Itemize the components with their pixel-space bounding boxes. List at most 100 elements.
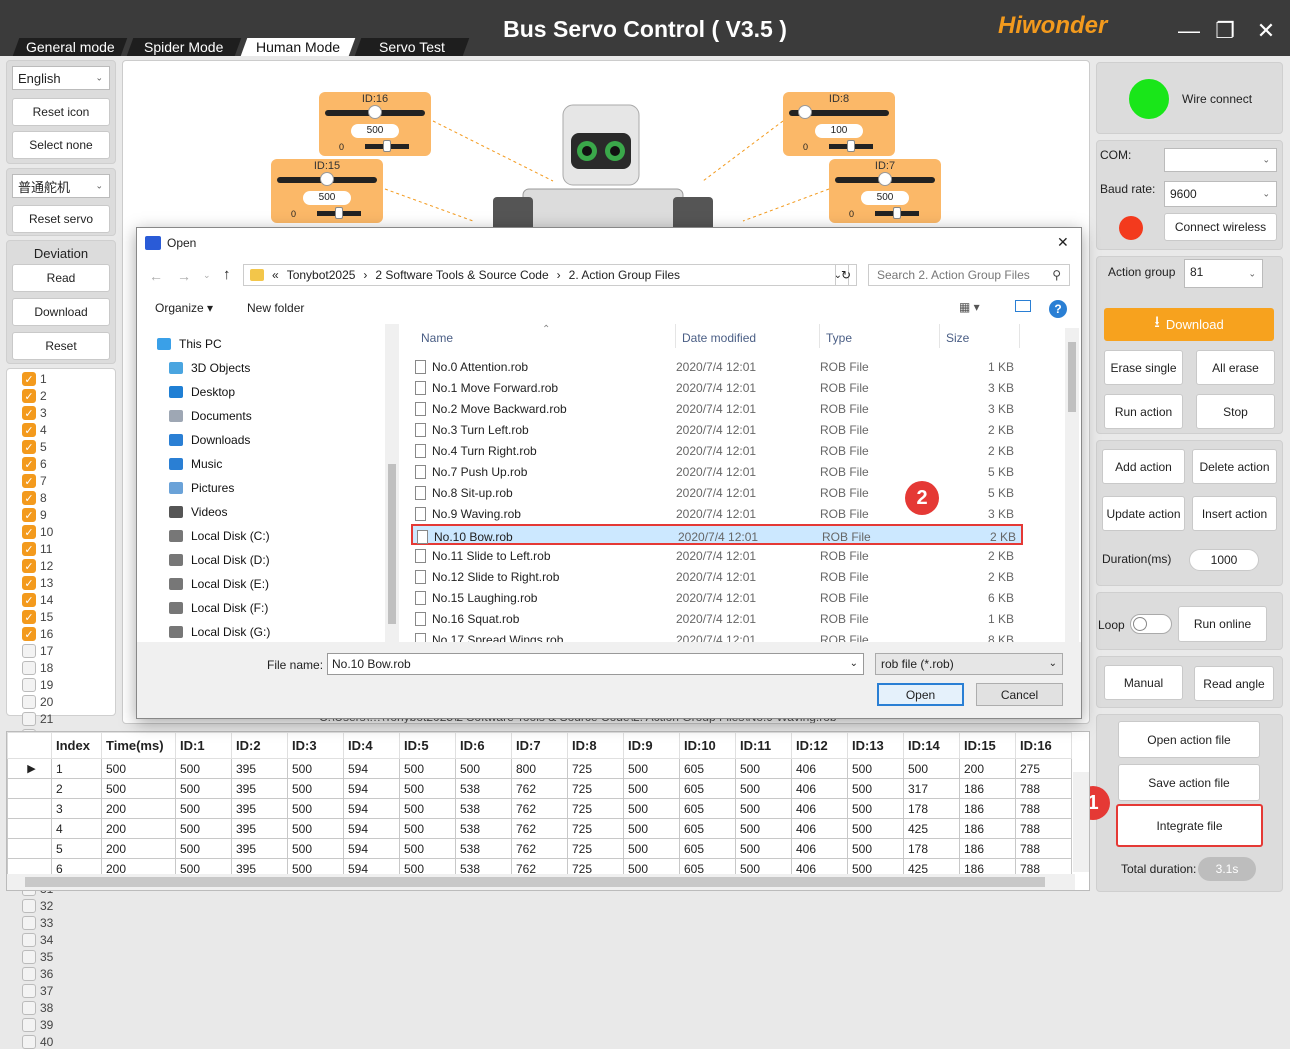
download-button[interactable]: ⭳ Download: [1104, 308, 1274, 341]
servo-type-select[interactable]: 普通舵机 ⌄: [12, 174, 110, 198]
table-cell[interactable]: 500: [847, 838, 904, 859]
offset-knob[interactable]: [335, 207, 343, 219]
refresh-icon[interactable]: ↻: [835, 264, 857, 286]
table-cell[interactable]: 605: [679, 758, 736, 779]
check-icon[interactable]: ✓: [22, 440, 36, 454]
stop-button[interactable]: Stop: [1196, 394, 1275, 429]
table-cell[interactable]: 406: [791, 778, 848, 799]
servo-checkbox-8[interactable]: ✓ 8: [22, 491, 72, 505]
column-header[interactable]: ID:9: [623, 732, 680, 759]
servo-checkbox-16[interactable]: ✓ 16: [22, 627, 72, 641]
checkbox-box[interactable]: [22, 950, 36, 964]
preview-pane-icon[interactable]: [1015, 300, 1031, 312]
column-header[interactable]: ID:5: [399, 732, 456, 759]
table-cell[interactable]: 500: [847, 798, 904, 819]
slider-knob[interactable]: [878, 172, 892, 186]
table-cell[interactable]: 594: [343, 778, 400, 799]
table-cell[interactable]: 186: [959, 798, 1016, 819]
table-cell[interactable]: 762: [511, 798, 568, 819]
checkbox-box[interactable]: [22, 984, 36, 998]
file-row[interactable]: No.7 Push Up.rob 2020/7/4 12:01 ROB File 5 …: [403, 461, 1023, 482]
table-cell[interactable]: 500: [175, 838, 232, 859]
table-cell[interactable]: 500: [455, 758, 512, 779]
checkbox-box[interactable]: [22, 661, 36, 675]
table-cell[interactable]: 500: [623, 778, 680, 799]
table-cell[interactable]: 500: [287, 818, 344, 839]
servo-checkbox-3[interactable]: ✓ 3: [22, 406, 72, 420]
run-action-button[interactable]: Run action: [1104, 394, 1183, 429]
table-cell[interactable]: 500: [399, 798, 456, 819]
table-cell[interactable]: 406: [791, 798, 848, 819]
row-indicator[interactable]: ▶: [7, 758, 52, 779]
file-row[interactable]: No.12 Slide to Right.rob 2020/7/4 12:01 RO…: [403, 566, 1023, 587]
table-cell[interactable]: 317: [903, 778, 960, 799]
servo-checkbox-35[interactable]: 35: [22, 950, 72, 964]
table-cell[interactable]: 395: [231, 778, 288, 799]
servo-checkbox-32[interactable]: 32: [22, 899, 72, 913]
deviation-reset-button[interactable]: Reset: [12, 332, 110, 360]
checkbox-box[interactable]: [22, 712, 36, 726]
open-button[interactable]: Open: [877, 683, 964, 706]
servo-checkbox-5[interactable]: ✓ 5: [22, 440, 72, 454]
nav-item[interactable]: Local Disk (C:): [157, 524, 387, 548]
table-cell[interactable]: 5: [51, 838, 102, 859]
table-cell[interactable]: 395: [231, 798, 288, 819]
check-icon[interactable]: ✓: [22, 423, 36, 437]
table-cell[interactable]: 605: [679, 838, 736, 859]
tab-human-mode[interactable]: Human Mode: [240, 38, 356, 56]
reset-servo-button[interactable]: Reset servo: [12, 205, 110, 233]
breadcrumb-item[interactable]: Tonybot2025: [287, 268, 356, 282]
check-icon[interactable]: ✓: [22, 491, 36, 505]
reset-icon-button[interactable]: Reset icon: [12, 98, 110, 126]
servo-slider[interactable]: [325, 105, 425, 119]
table-cell[interactable]: 425: [903, 818, 960, 839]
column-header[interactable]: ID:16: [1015, 732, 1072, 759]
servo-checkbox-9[interactable]: ✓ 9: [22, 508, 72, 522]
file-type-select[interactable]: rob file (*.rob) ⌄: [875, 653, 1063, 675]
nav-item[interactable]: Local Disk (E:): [157, 572, 387, 596]
table-cell[interactable]: 500: [287, 798, 344, 819]
column-header[interactable]: ID:15: [959, 732, 1016, 759]
minimize-icon[interactable]: —: [1176, 20, 1202, 42]
connect-wireless-button[interactable]: Connect wireless: [1164, 213, 1277, 241]
check-icon[interactable]: ✓: [22, 610, 36, 624]
servo-value-field[interactable]: 500: [303, 191, 351, 205]
table-cell[interactable]: 605: [679, 798, 736, 819]
slider-knob[interactable]: [368, 105, 382, 119]
servo-checkbox-37[interactable]: 37: [22, 984, 72, 998]
check-icon[interactable]: ✓: [22, 508, 36, 522]
check-icon[interactable]: ✓: [22, 406, 36, 420]
language-select[interactable]: English ⌄: [12, 66, 110, 90]
servo-value-field[interactable]: 100: [815, 124, 863, 138]
check-icon[interactable]: ✓: [22, 389, 36, 403]
new-folder-button[interactable]: New folder: [247, 301, 304, 315]
servo-checkbox-1[interactable]: ✓ 1: [22, 372, 72, 386]
file-row[interactable]: No.10 Bow.rob 2020/7/4 12:01 ROB File 2 KB: [411, 524, 1023, 545]
delete-action-button[interactable]: Delete action: [1192, 449, 1277, 484]
table-cell[interactable]: 538: [455, 798, 512, 819]
cancel-button[interactable]: Cancel: [976, 683, 1063, 706]
servo-value-field[interactable]: 500: [351, 124, 399, 138]
column-header[interactable]: ID:2: [231, 732, 288, 759]
table-cell[interactable]: 275: [1015, 758, 1072, 779]
insert-action-button[interactable]: Insert action: [1192, 496, 1277, 531]
table-cell[interactable]: 500: [287, 838, 344, 859]
row-indicator[interactable]: [7, 778, 52, 799]
nav-item[interactable]: Music: [157, 452, 387, 476]
table-cell[interactable]: 762: [511, 838, 568, 859]
table-vertical-scrollbar[interactable]: [1073, 772, 1089, 872]
scrollbar-thumb[interactable]: [25, 877, 1045, 887]
integrate-file-button[interactable]: Integrate file: [1116, 804, 1263, 847]
table-cell[interactable]: 762: [511, 778, 568, 799]
table-cell[interactable]: 406: [791, 758, 848, 779]
table-cell[interactable]: 788: [1015, 818, 1072, 839]
slider-knob[interactable]: [320, 172, 334, 186]
tab-spider-mode[interactable]: Spider Mode: [126, 38, 242, 56]
checkbox-box[interactable]: [22, 916, 36, 930]
column-header[interactable]: ID:10: [679, 732, 736, 759]
column-header[interactable]: [7, 732, 52, 759]
servo-checkbox-14[interactable]: ✓ 14: [22, 593, 72, 607]
dialog-close-icon[interactable]: ✕: [1057, 234, 1069, 251]
breadcrumb-item[interactable]: 2 Software Tools & Source Code: [375, 268, 548, 282]
column-header[interactable]: ID:7: [511, 732, 568, 759]
